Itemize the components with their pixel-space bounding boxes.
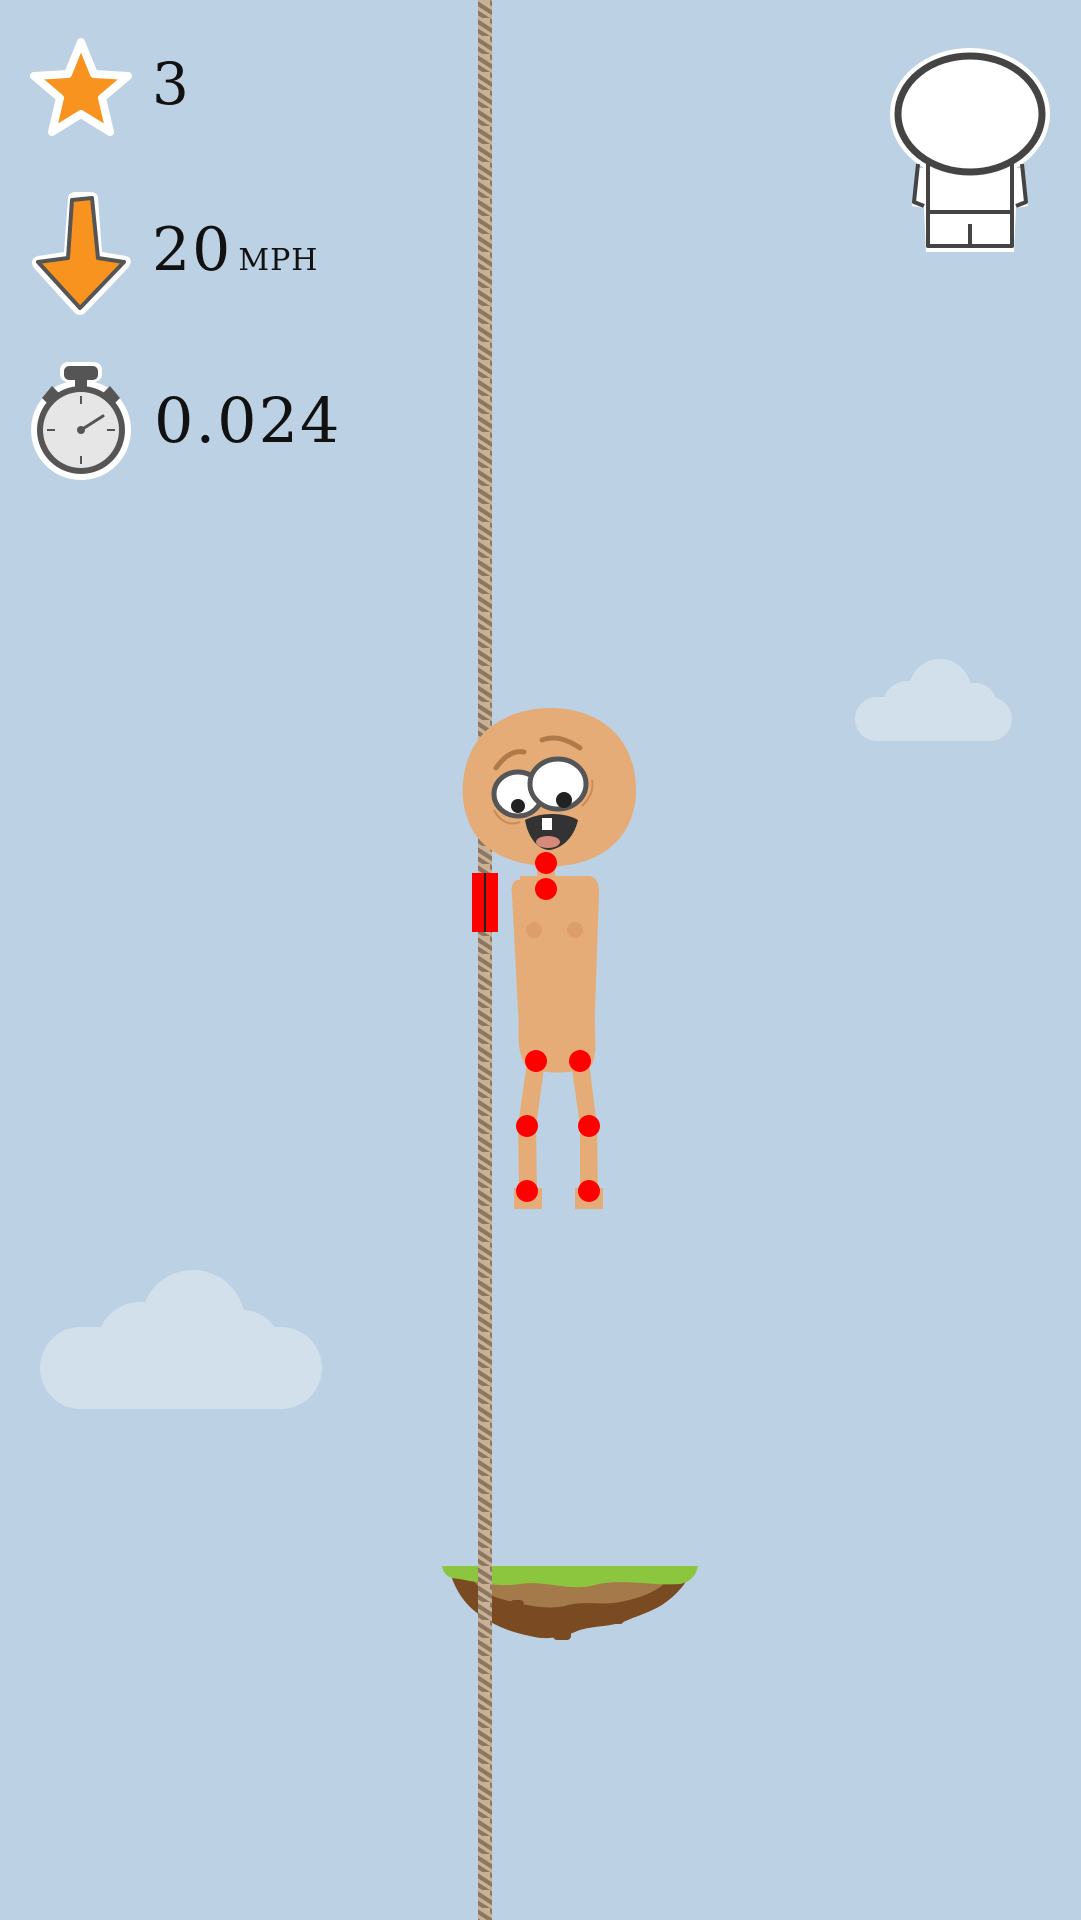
speed-readout: 20 MPH <box>152 215 318 285</box>
stars-count: 3 <box>152 50 191 118</box>
down-arrow-icon <box>31 192 131 315</box>
character-avatar-icon[interactable] <box>888 48 1052 252</box>
rope-grip <box>472 873 498 932</box>
torso <box>511 876 600 1073</box>
stopwatch-icon <box>31 362 131 480</box>
game-stage: 3 20 MPH 0.024 <box>0 0 1081 1920</box>
timer-value: 0.024 <box>154 384 342 457</box>
speed-unit: MPH <box>238 243 319 278</box>
ragdoll-character <box>462 708 636 1209</box>
star-icon <box>30 38 132 136</box>
speed-value: 20 <box>152 215 233 285</box>
